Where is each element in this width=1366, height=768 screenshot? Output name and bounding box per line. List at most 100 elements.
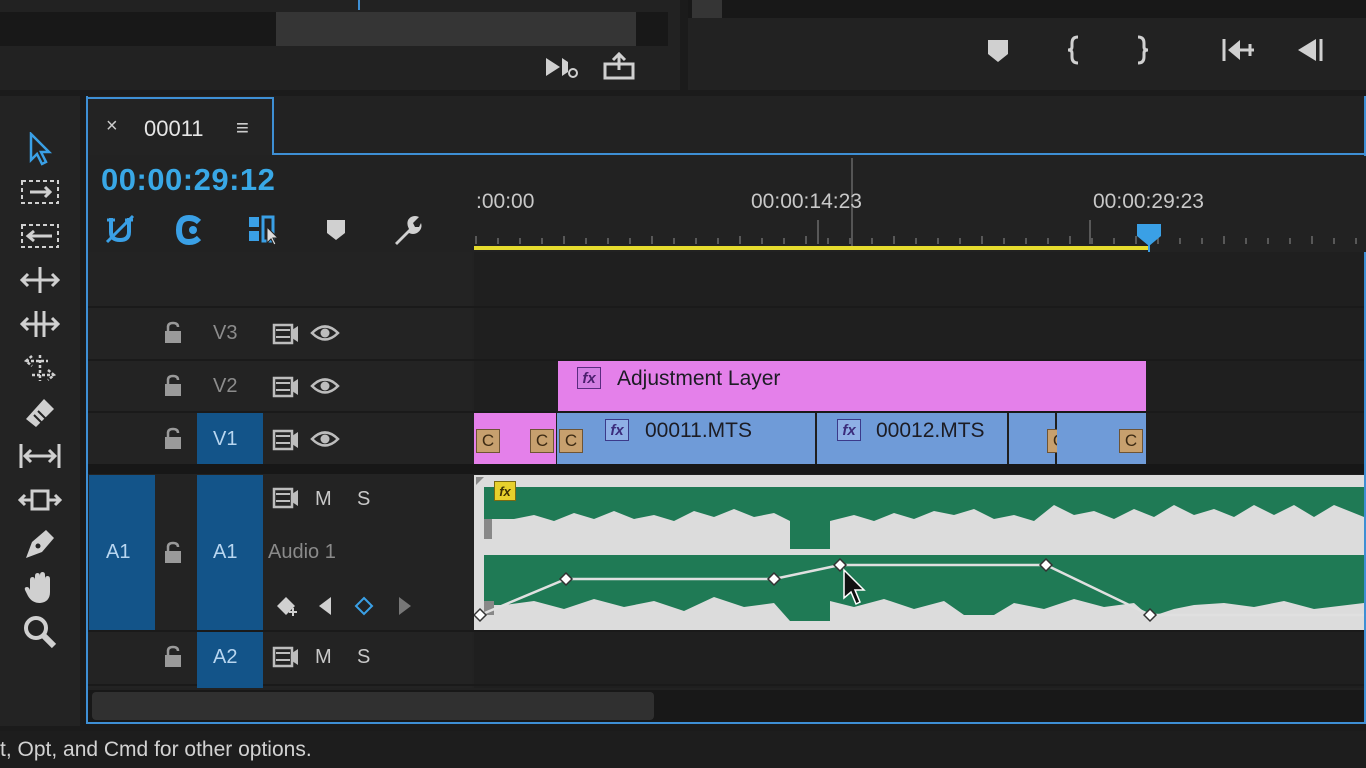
- razor-tool[interactable]: [14, 393, 66, 431]
- filmstrip-icon: [272, 323, 298, 345]
- cursor-arrow-icon: [843, 568, 866, 606]
- prev-keyframe-icon: [319, 597, 331, 615]
- mark-out-icon: [1137, 35, 1149, 65]
- a1-track-label[interactable]: A1: [213, 541, 237, 564]
- a1-sync-lock-button[interactable]: [272, 486, 300, 510]
- source-playhead: [358, 0, 360, 10]
- export-frame-button[interactable]: [602, 52, 636, 82]
- mark-out-button[interactable]: [1132, 34, 1152, 66]
- snap-button[interactable]: [100, 212, 140, 248]
- zoom-tool[interactable]: [14, 613, 66, 651]
- playhead-timecode[interactable]: 00:00:29:12: [101, 162, 275, 198]
- timeline-marker-button[interactable]: [316, 212, 356, 248]
- adjustment-layer-clip[interactable]: fx Adjustment Layer: [558, 361, 1146, 411]
- next-keyframe-icon: [399, 597, 411, 615]
- work-area-bar[interactable]: [474, 246, 1149, 250]
- go-to-in-button[interactable]: [1220, 36, 1256, 64]
- linked-selection-button[interactable]: [170, 212, 210, 248]
- lock-icon: [165, 374, 181, 396]
- tab-close-button[interactable]: ×: [106, 115, 118, 138]
- a2-solo-button[interactable]: S: [357, 646, 370, 669]
- source-scroll-thumb[interactable]: [276, 12, 636, 46]
- ruler-ticks: [475, 158, 1357, 246]
- v1-clip-short[interactable]: C: [1009, 413, 1071, 464]
- v3-track-label[interactable]: V3: [213, 322, 237, 345]
- v3-sync-lock-button[interactable]: [272, 322, 300, 346]
- rate-stretch-tool[interactable]: [14, 305, 66, 343]
- selection-tool[interactable]: [14, 130, 66, 168]
- adjustment-layer-name: Adjustment Layer: [617, 367, 781, 390]
- track-select-backward-tool[interactable]: [14, 349, 66, 387]
- add-marker-timeline-button[interactable]: [244, 212, 284, 248]
- step-back-button[interactable]: [1294, 36, 1326, 64]
- v2-visibility-button[interactable]: [310, 375, 340, 397]
- v1-clip-end[interactable]: C: [1057, 413, 1146, 464]
- eye-icon: [310, 431, 340, 447]
- v2-lock-button[interactable]: [162, 373, 184, 399]
- v3-visibility-button[interactable]: [310, 322, 340, 344]
- razor-icon: [26, 399, 54, 427]
- filmstrip-icon: [272, 376, 298, 398]
- sequence-tab[interactable]: × 00011 ≡: [86, 97, 274, 155]
- rolling-edit-tool[interactable]: [14, 261, 66, 299]
- audio-waveform: [474, 477, 1364, 623]
- v1-visibility-button[interactable]: [310, 428, 340, 450]
- a1-mute-button[interactable]: M: [315, 488, 332, 511]
- step-back-icon: [1298, 39, 1323, 61]
- a1-prev-keyframe-button[interactable]: [314, 594, 336, 618]
- hand-tool[interactable]: [14, 569, 66, 607]
- clip-00011[interactable]: C fx 00011.MTS: [557, 413, 815, 464]
- status-bar: t, Opt, and Cmd for other options.: [0, 731, 1366, 768]
- tab-menu-button[interactable]: ≡: [236, 115, 249, 141]
- v1-pink-clip[interactable]: C C: [474, 413, 556, 464]
- time-ruler[interactable]: [474, 156, 1366, 252]
- add-marker-button[interactable]: [986, 38, 1010, 64]
- program-scrollbar[interactable]: [688, 0, 1366, 18]
- a1-lock-button[interactable]: [162, 540, 184, 566]
- a1-toggle-keyframe-button[interactable]: [352, 594, 376, 618]
- v1-sync-lock-button[interactable]: [272, 428, 300, 452]
- linked-selection-icon: [175, 214, 202, 246]
- mark-in-button[interactable]: [1064, 34, 1084, 66]
- track-select-forward-tool[interactable]: [14, 173, 66, 211]
- a2-track-label[interactable]: A2: [213, 646, 237, 669]
- timeline-scroll-thumb[interactable]: [92, 692, 654, 720]
- audio-clip-a1[interactable]: fx: [474, 475, 1364, 630]
- v2-sync-lock-button[interactable]: [272, 375, 300, 399]
- v1-track-label[interactable]: V1: [213, 428, 237, 451]
- source-monitor-panel: [0, 0, 680, 90]
- track-divider: [88, 464, 1364, 474]
- ruler-label-start: :00:00: [476, 190, 535, 213]
- track-divider: [88, 306, 1364, 308]
- program-scroll-thumb[interactable]: [692, 0, 722, 18]
- ripple-edit-tool[interactable]: [14, 217, 66, 255]
- a2-sync-lock-button[interactable]: [272, 645, 300, 669]
- track-select-icon: [21, 180, 59, 204]
- v3-lock-button[interactable]: [162, 320, 184, 346]
- audio-fx-badge: fx: [494, 481, 516, 501]
- a1-source-label: A1: [106, 541, 131, 563]
- a1-next-keyframe-button[interactable]: [394, 594, 416, 618]
- v1-lock-button[interactable]: [162, 426, 184, 452]
- v2-track-label[interactable]: V2: [213, 375, 237, 398]
- lock-icon: [165, 645, 181, 667]
- slip-tool[interactable]: [14, 437, 66, 475]
- slide-tool[interactable]: [14, 481, 66, 519]
- ruler-label-end: 00:00:29:23: [1093, 190, 1204, 213]
- a2-lock-button[interactable]: [162, 644, 184, 670]
- timeline-settings-button[interactable]: [386, 212, 426, 248]
- clip-00012[interactable]: fx 00012.MTS: [817, 413, 1007, 464]
- pen-tool[interactable]: [14, 525, 66, 563]
- rolling-edit-icon: [19, 267, 61, 293]
- a1-track-name: Audio 1: [268, 541, 336, 563]
- lock-icon: [165, 321, 181, 343]
- a1-add-keyframe-button[interactable]: [274, 594, 300, 618]
- insert-button[interactable]: [544, 52, 580, 82]
- track-divider: [88, 684, 1364, 686]
- a1-solo-button[interactable]: S: [357, 488, 370, 511]
- slide-icon: [18, 489, 62, 511]
- slip-icon: [19, 444, 61, 468]
- c-badge: C: [1119, 429, 1143, 453]
- a2-mute-button[interactable]: M: [315, 646, 332, 669]
- rate-stretch-icon: [19, 311, 61, 337]
